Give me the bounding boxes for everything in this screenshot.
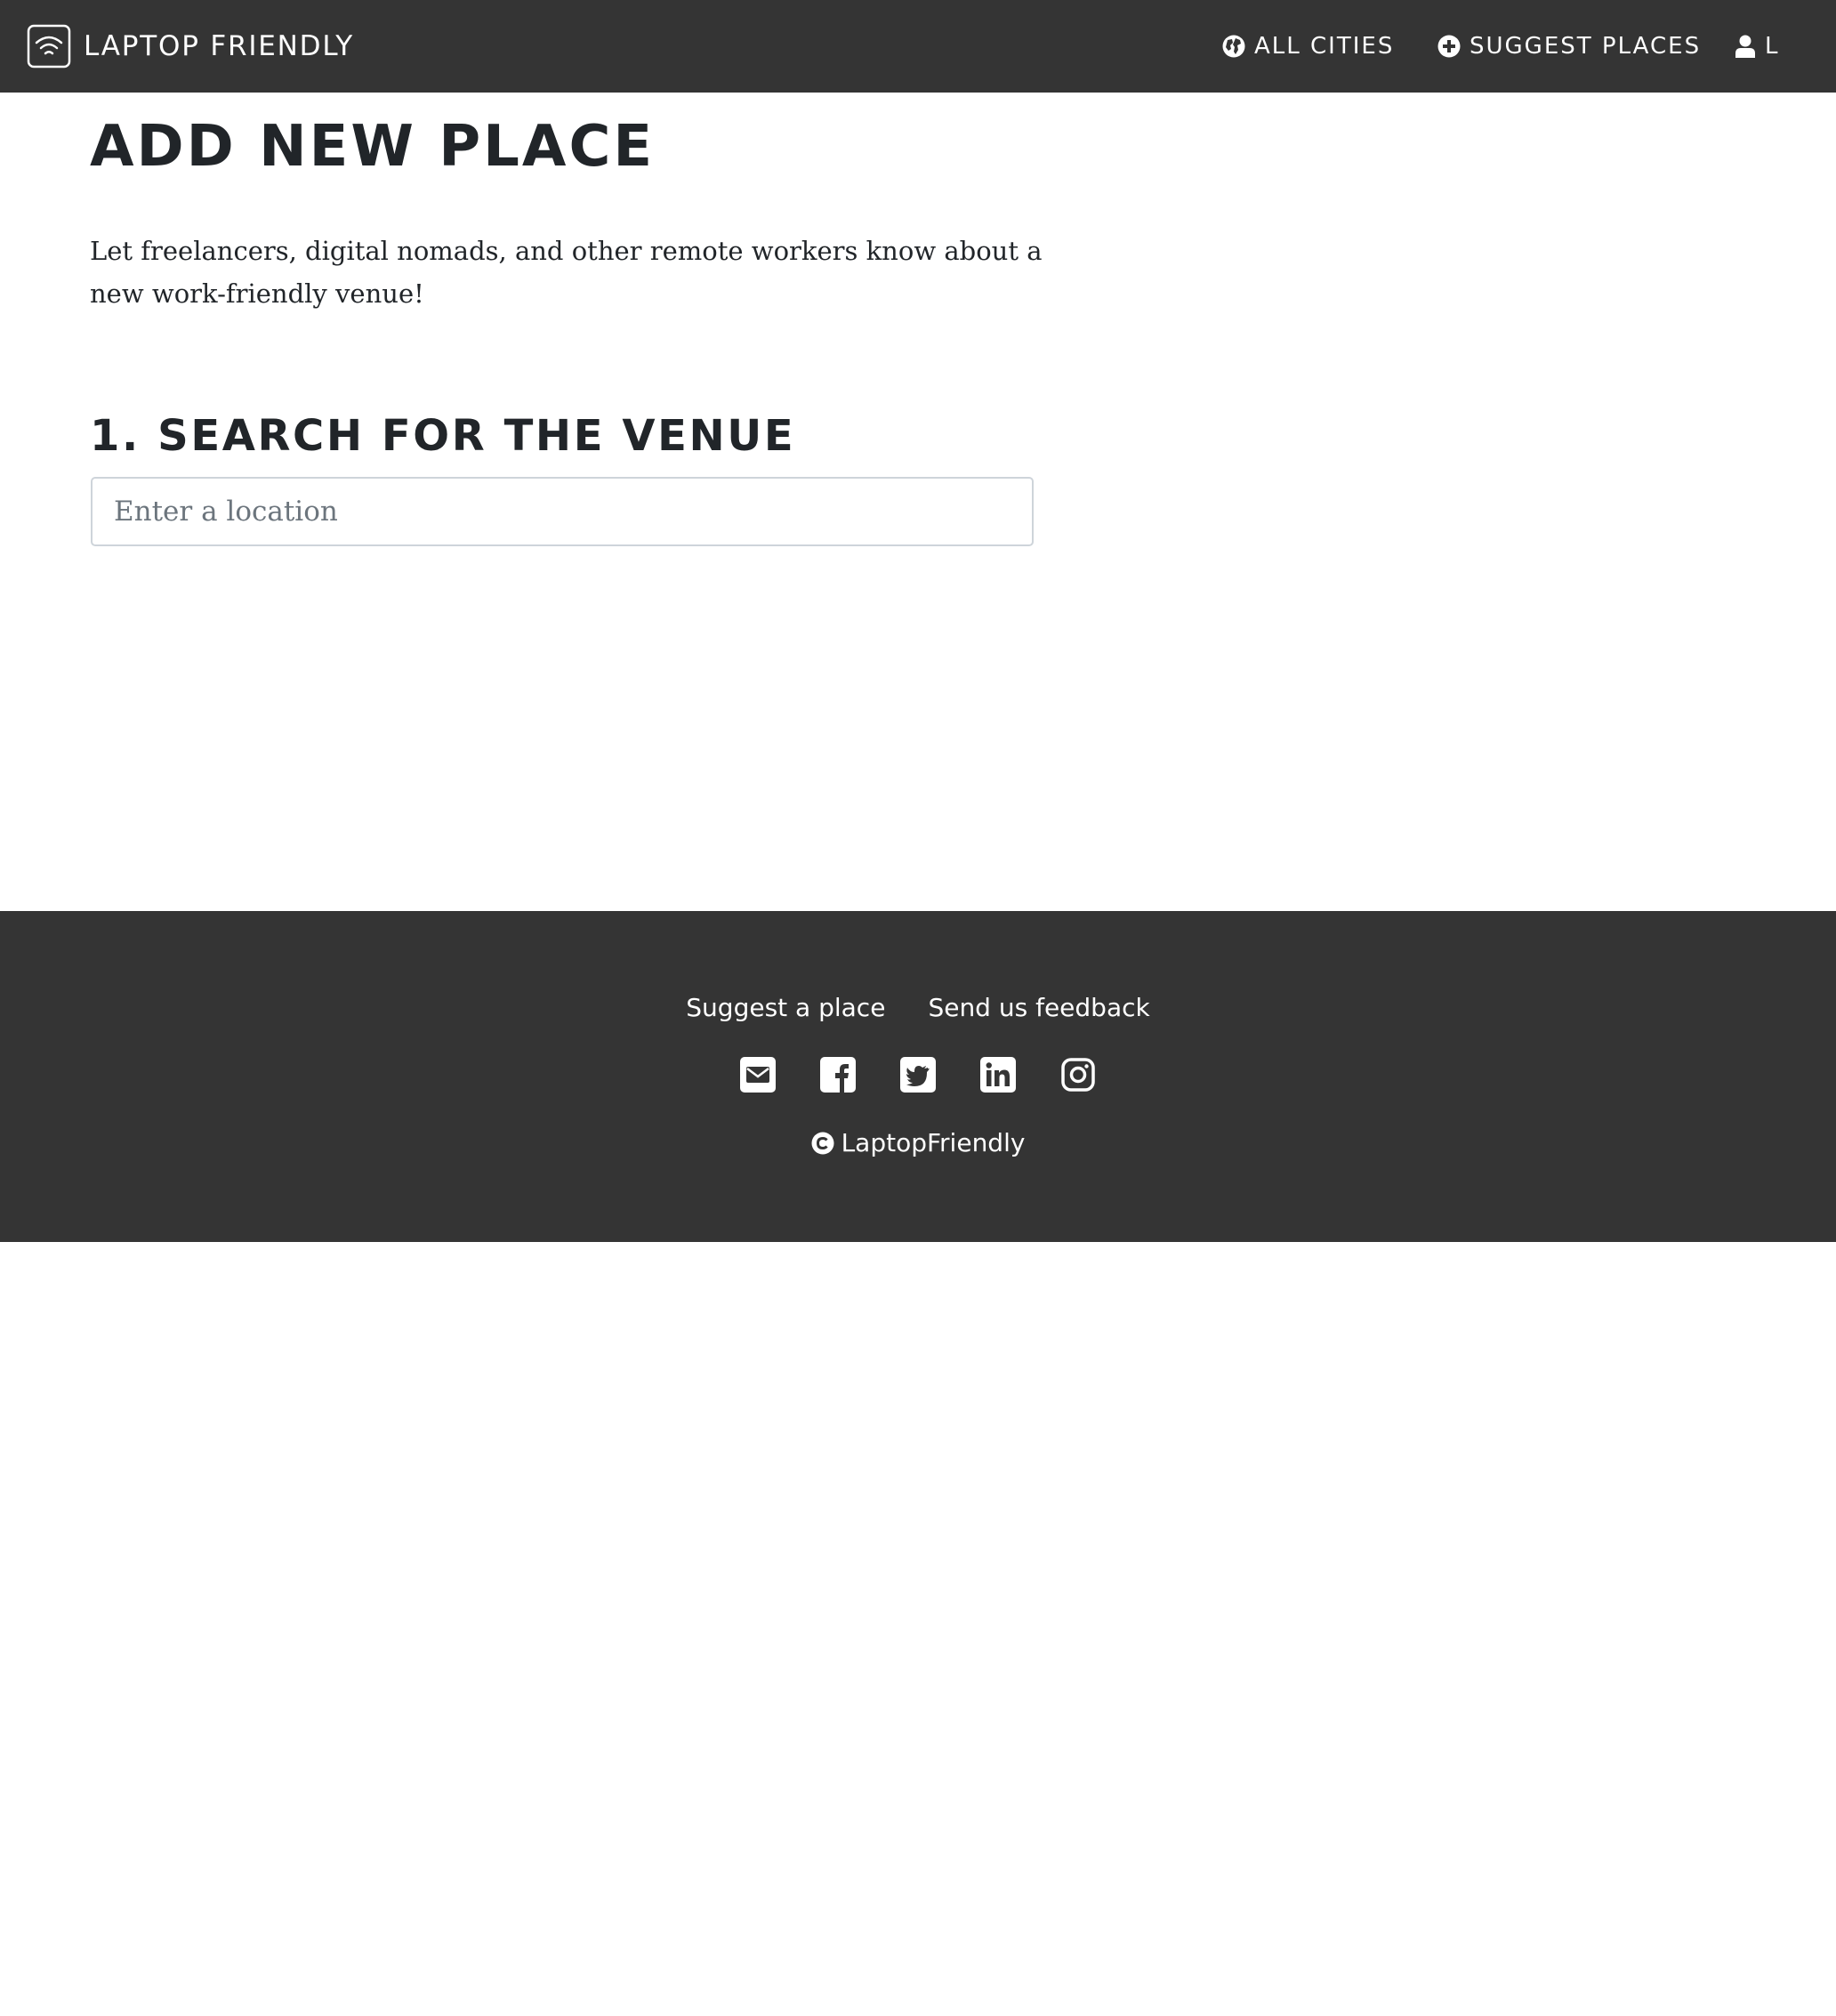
globe-icon	[1222, 35, 1245, 58]
user-icon	[1735, 35, 1756, 58]
linkedin-icon[interactable]	[980, 1057, 1016, 1093]
social-links	[0, 1057, 1836, 1093]
nav-suggest-places[interactable]: SUGGEST PLACES	[1437, 27, 1701, 66]
facebook-icon[interactable]	[820, 1057, 856, 1093]
brand-link[interactable]: LAPTOP FRIENDLY	[27, 21, 354, 71]
location-search-input[interactable]	[91, 477, 1034, 546]
twitter-icon[interactable]	[900, 1057, 936, 1093]
brand-name: LAPTOP FRIENDLY	[84, 30, 355, 62]
footer: Suggest a place Send us feedback LaptopF…	[0, 911, 1836, 1242]
nav-all-cities[interactable]: ALL CITIES	[1222, 27, 1394, 66]
footer-suggest-link[interactable]: Suggest a place	[686, 993, 885, 1022]
footer-feedback-link[interactable]: Send us feedback	[928, 993, 1149, 1022]
footer-links: Suggest a place Send us feedback	[0, 993, 1836, 1022]
step-title: 1. SEARCH FOR THE VENUE	[90, 411, 796, 461]
envelope-icon[interactable]	[740, 1057, 776, 1093]
copyright-icon	[811, 1132, 842, 1155]
top-navbar: LAPTOP FRIENDLY ALL CITIES SUGGEST PLACE…	[0, 0, 1836, 93]
plus-circle-icon	[1437, 35, 1461, 58]
nav-suggest-places-label: SUGGEST PLACES	[1470, 33, 1702, 60]
nav-user-label: L	[1765, 33, 1780, 60]
copyright-text: LaptopFriendly	[841, 1128, 1026, 1157]
intro-text: Let freelancers, digital nomads, and oth…	[90, 236, 1043, 309]
nav-user-menu[interactable]: L	[1735, 27, 1780, 66]
copyright: LaptopFriendly	[0, 1128, 1836, 1157]
instagram-icon[interactable]	[1060, 1057, 1096, 1093]
page-title: ADD NEW PLACE	[90, 114, 656, 180]
nav-all-cities-label: ALL CITIES	[1254, 33, 1395, 60]
wifi-icon	[27, 24, 71, 69]
